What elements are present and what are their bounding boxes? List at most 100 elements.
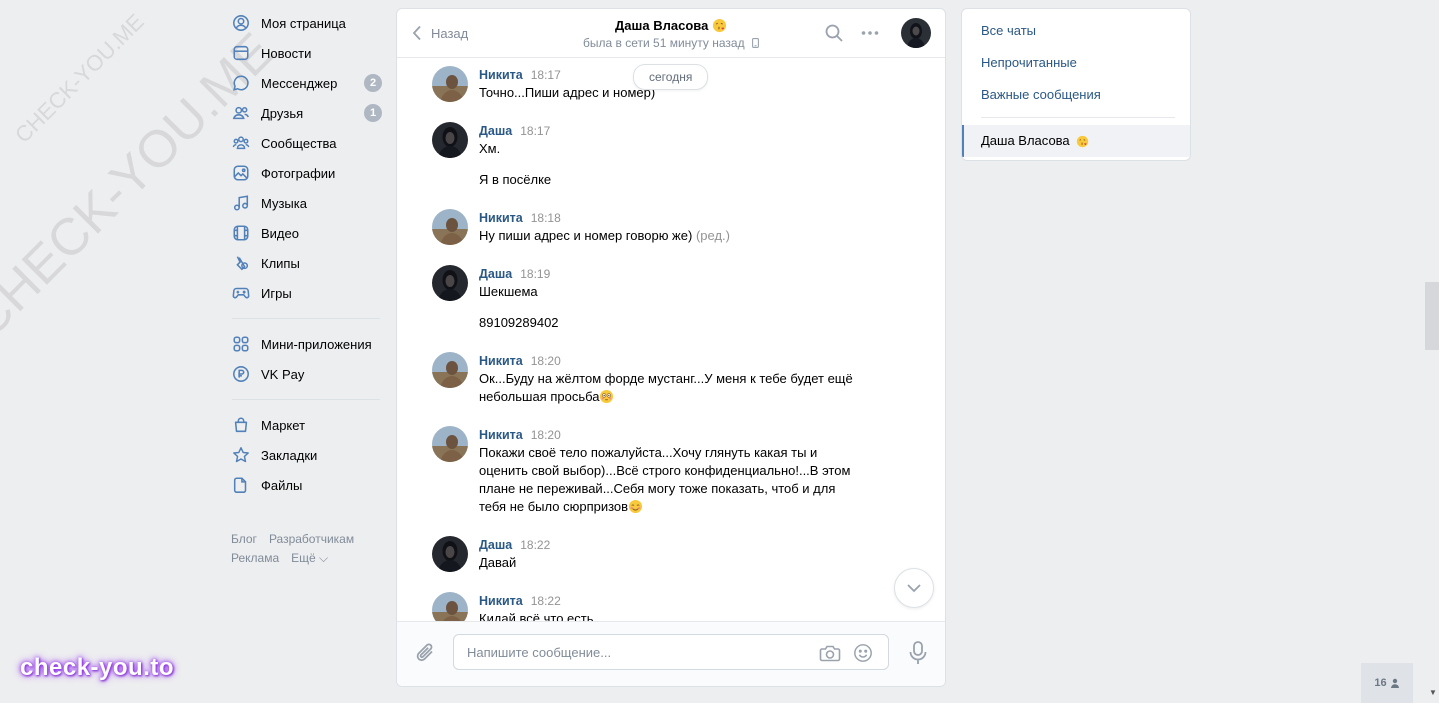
sidebar-item-vk-pay[interactable]: VK Pay	[228, 359, 388, 389]
sidebar-item-my-page[interactable]: Моя страница	[228, 8, 388, 38]
message-text: 89109289402	[479, 314, 862, 332]
sidebar-item-market[interactable]: Маркет	[228, 410, 388, 440]
author-avatar[interactable]	[432, 265, 468, 301]
message-text: Покажи своё тело пожалуйста...Хочу гляну…	[479, 444, 862, 516]
sidebar-divider	[232, 318, 380, 319]
author-avatar[interactable]	[432, 209, 468, 245]
sidebar-item-clips[interactable]: Клипы	[228, 248, 388, 278]
star-icon	[232, 446, 250, 464]
paperclip-icon[interactable]	[415, 641, 437, 665]
sidebar-item-bookmarks[interactable]: Закладки	[228, 440, 388, 470]
brand-watermark: check-you.to	[20, 654, 175, 681]
author-avatar[interactable]	[432, 426, 468, 462]
message-text-content: Шекшема	[479, 284, 538, 299]
message-text: Ок...Буду на жёлтом форде мустанг...У ме…	[479, 370, 862, 406]
sidebar-item-label: Сообщества	[261, 135, 337, 151]
message-author[interactable]: Даша	[479, 124, 512, 138]
message-item[interactable]: Никита 18:20 Покажи своё тело пожалуйста..…	[432, 426, 862, 516]
chat-folders-panel: Все чаты Непрочитанные Важные сообщения …	[961, 8, 1191, 161]
sidebar-item-label: Мини-приложения	[261, 336, 372, 352]
message-time: 18:18	[530, 211, 561, 225]
page-scrollbar[interactable]	[1425, 282, 1439, 350]
peer-avatar[interactable]	[901, 18, 931, 48]
search-icon[interactable]	[824, 23, 844, 43]
friends-counter-badge: 1	[364, 104, 382, 122]
online-count: 16	[1374, 677, 1387, 689]
edited-label: (ред.)	[695, 228, 730, 243]
sidebar-item-label: Закладки	[261, 447, 318, 463]
message-item[interactable]: Даша 18:19 Шекшема 89109289402	[432, 265, 862, 332]
author-avatar[interactable]	[432, 122, 468, 158]
gamepad-icon	[232, 284, 250, 302]
sidebar-item-music[interactable]: Музыка	[228, 188, 388, 218]
flushed-emoji-icon	[600, 389, 614, 404]
message-item[interactable]: Никита 18:18 Ну пиши адрес и номер говорю …	[432, 209, 862, 245]
sidebar-divider	[232, 399, 380, 400]
left-sidebar: Моя страница Новости Мессенджер 2 Друзья…	[228, 8, 388, 568]
message-time: 18:20	[530, 428, 561, 442]
sidebar-item-label: Музыка	[261, 195, 307, 211]
message-author[interactable]: Никита	[479, 211, 523, 225]
message-text: Шекшема	[479, 283, 862, 301]
message-author[interactable]: Никита	[479, 68, 523, 82]
sidebar-item-news[interactable]: Новости	[228, 38, 388, 68]
message-item[interactable]: Даша 18:17 Хм. Я в посёлке	[432, 122, 862, 189]
message-item[interactable]: Никита 18:22 Кидай всё что есть	[432, 592, 862, 622]
scroll-to-bottom-button[interactable]	[894, 568, 934, 608]
sidebar-item-mini-apps[interactable]: Мини-приложения	[228, 329, 388, 359]
message-author[interactable]: Никита	[479, 428, 523, 442]
camera-icon[interactable]	[819, 643, 841, 663]
message-item[interactable]: Даша 18:22 Давай	[432, 536, 862, 572]
footer-link-ads[interactable]: Реклама	[231, 551, 279, 565]
more-dots-icon[interactable]	[860, 23, 880, 43]
folder-important[interactable]: Важные сообщения	[962, 79, 1190, 111]
author-avatar[interactable]	[432, 66, 468, 102]
message-author[interactable]: Даша	[479, 267, 512, 281]
video-icon	[232, 224, 250, 242]
sidebar-item-label: Маркет	[261, 417, 306, 433]
author-avatar[interactable]	[432, 536, 468, 572]
message-time: 18:20	[530, 354, 561, 368]
sidebar-item-label: Друзья	[261, 105, 304, 121]
sidebar-item-video[interactable]: Видео	[228, 218, 388, 248]
sidebar-item-friends[interactable]: Друзья 1	[228, 98, 388, 128]
author-avatar[interactable]	[432, 352, 468, 388]
message-author[interactable]: Даша	[479, 538, 512, 552]
message-text-content: Давай	[479, 555, 517, 570]
message-text-content: Ну пиши адрес и номер говорю же)	[479, 228, 693, 243]
sidebar-item-files[interactable]: Файлы	[228, 470, 388, 500]
scroll-arrow-icon[interactable]: ▼	[1429, 688, 1437, 697]
sidebar-item-communities[interactable]: Сообщества	[228, 128, 388, 158]
folder-all-chats[interactable]: Все чаты	[962, 15, 1190, 47]
chat-bubble-icon	[232, 74, 250, 92]
message-time: 18:17	[530, 68, 561, 82]
author-avatar[interactable]	[432, 592, 468, 622]
message-author[interactable]: Никита	[479, 594, 523, 608]
message-author[interactable]: Никита	[479, 354, 523, 368]
footer-link-more[interactable]: Ещё ⌵	[291, 551, 328, 565]
date-divider-badge: сегодня	[633, 64, 709, 90]
vkpay-icon	[232, 365, 250, 383]
friends-icon	[232, 104, 250, 122]
smile-emoji-icon[interactable]	[852, 643, 874, 663]
message-list[interactable]: Никита 18:17 Точно...Пиши адрес и номер) Да…	[397, 58, 945, 622]
message-item[interactable]: Никита 18:20 Ок...Буду на жёлтом форде мус…	[432, 352, 862, 406]
sidebar-item-games[interactable]: Игры	[228, 278, 388, 308]
message-text: Ну пиши адрес и номер говорю же) (ред.)	[479, 227, 862, 245]
footer-link-developers[interactable]: Разработчикам	[269, 532, 354, 546]
news-icon	[232, 44, 250, 62]
online-friends-button[interactable]: 16	[1361, 663, 1413, 703]
active-chat-name: Даша Власова	[981, 133, 1070, 148]
clips-icon	[232, 254, 250, 272]
chat-panel: Назад Даша Власова была в сети 51 минуту…	[396, 8, 946, 687]
sidebar-item-label: VK Pay	[261, 366, 305, 382]
active-chat-item[interactable]: Даша Власова	[962, 125, 1190, 157]
sidebar-item-messenger[interactable]: Мессенджер 2	[228, 68, 388, 98]
message-time: 18:17	[520, 124, 551, 138]
community-icon	[232, 134, 250, 152]
sidebar-item-label: Новости	[261, 45, 312, 61]
footer-link-blog[interactable]: Блог	[231, 532, 257, 546]
folder-unread[interactable]: Непрочитанные	[962, 47, 1190, 79]
microphone-icon[interactable]	[907, 640, 929, 666]
sidebar-item-photos[interactable]: Фотографии	[228, 158, 388, 188]
